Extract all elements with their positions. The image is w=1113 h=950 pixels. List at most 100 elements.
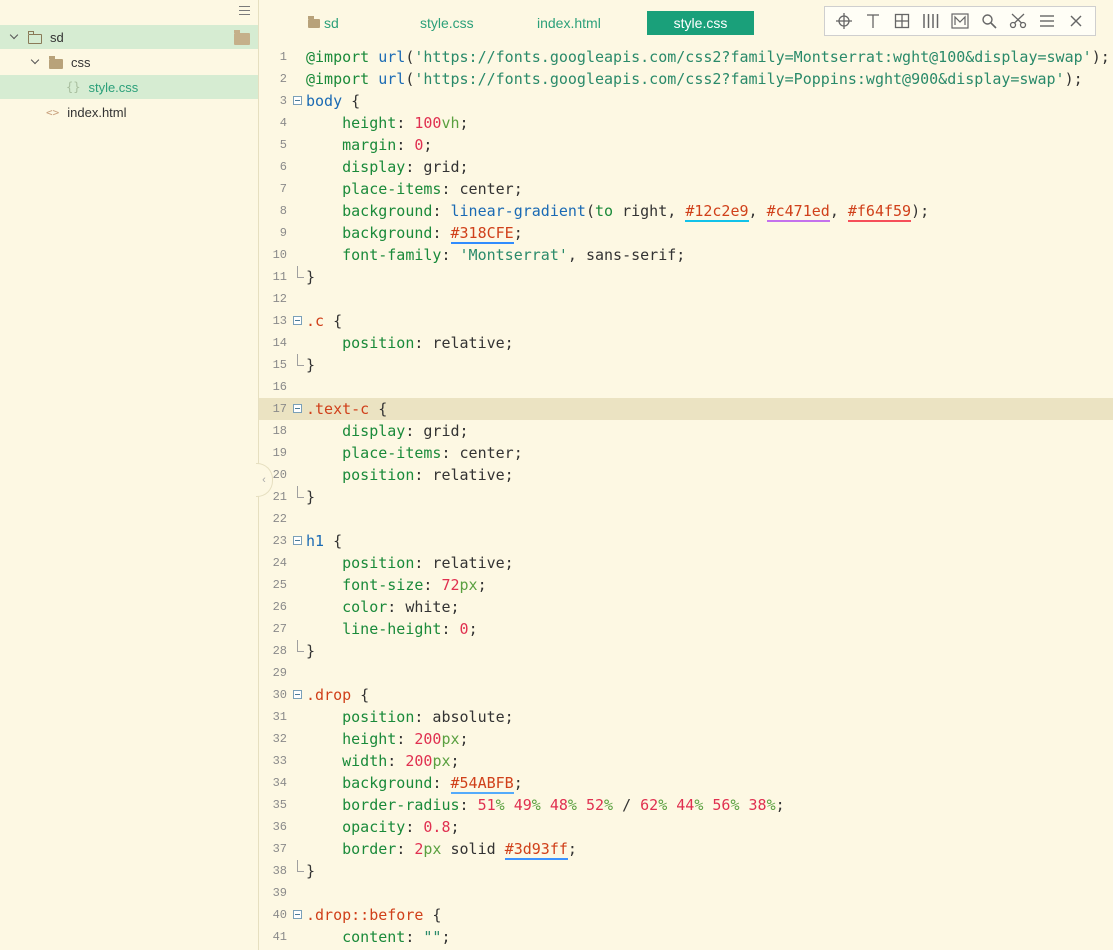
columns-icon[interactable]: [921, 11, 941, 31]
sidebar-menu-icon[interactable]: [239, 6, 250, 16]
line-number: 30: [272, 688, 287, 702]
code-line[interactable]: 26 color: white;: [259, 596, 1113, 618]
code-line[interactable]: 22: [259, 508, 1113, 530]
tab-sd[interactable]: sd: [307, 11, 368, 35]
code-line[interactable]: 1 @import url('https://fonts.googleapis.c…: [259, 46, 1113, 68]
fold-end-marker: [297, 486, 304, 498]
code-token: ;: [775, 796, 785, 814]
line-number: 15: [272, 358, 287, 372]
crosshair-icon[interactable]: [834, 11, 854, 31]
tree-item-index-html[interactable]: <> index.html: [0, 100, 258, 124]
tab-style-css-active[interactable]: style.css: [647, 11, 754, 35]
code-line[interactable]: 18 display: grid;: [259, 420, 1113, 442]
code-line[interactable]: 10 font-family: 'Montserrat', sans-serif…: [259, 244, 1113, 266]
code-text: }: [306, 354, 315, 376]
code-line[interactable]: 6 display: grid;: [259, 156, 1113, 178]
tree-item-css[interactable]: css: [0, 50, 258, 74]
code-line[interactable]: 5 margin: 0;: [259, 134, 1113, 156]
code-token: px: [459, 576, 478, 594]
code-line[interactable]: 17 .text-c {: [259, 398, 1113, 420]
code-line[interactable]: 14 position: relative;: [259, 332, 1113, 354]
menu-icon[interactable]: [1037, 11, 1057, 31]
code-line[interactable]: 38}: [259, 860, 1113, 882]
chevron-down-icon[interactable]: [10, 32, 20, 42]
code-line[interactable]: 28}: [259, 640, 1113, 662]
line-number: 32: [272, 732, 287, 746]
search-icon[interactable]: [979, 11, 999, 31]
code-line[interactable]: 36 opacity: 0.8;: [259, 816, 1113, 838]
folder-open-icon[interactable]: [233, 30, 250, 45]
code-token: ;: [459, 730, 469, 748]
code-line[interactable]: 35 border-radius: 51% 49% 48% 52% / 62% …: [259, 794, 1113, 816]
code-line[interactable]: 9 background: #318CFE;: [259, 222, 1113, 244]
code-line[interactable]: 29: [259, 662, 1113, 684]
code-line[interactable]: 41 content: "";: [259, 926, 1113, 948]
code-line[interactable]: 21}: [259, 486, 1113, 508]
markdown-icon[interactable]: [950, 11, 970, 31]
code-editor[interactable]: 1 @import url('https://fonts.googleapis.c…: [259, 46, 1113, 950]
line-number: 22: [272, 512, 287, 526]
code-line[interactable]: 40 .drop::before {: [259, 904, 1113, 926]
fold-toggle-icon[interactable]: [293, 96, 302, 105]
code-line[interactable]: 13 .c {: [259, 310, 1113, 332]
tab-index-html[interactable]: index.html: [537, 11, 617, 35]
code-line[interactable]: 32 height: 200px;: [259, 728, 1113, 750]
code-token: :: [441, 246, 460, 264]
grid-icon[interactable]: [892, 11, 912, 31]
code-token: 200: [405, 752, 433, 770]
line-number: 33: [272, 754, 287, 768]
line-number: 7: [279, 182, 287, 196]
code-line[interactable]: 19 place-items: center;: [259, 442, 1113, 464]
code-token: );: [1064, 70, 1083, 88]
fold-end-marker: [297, 860, 304, 872]
code-line[interactable]: 31 position: absolute;: [259, 706, 1113, 728]
code-line[interactable]: 24 position: relative;: [259, 552, 1113, 574]
code-token: :: [396, 114, 415, 132]
chevron-down-icon[interactable]: [31, 57, 41, 67]
tab-style-css[interactable]: style.css: [420, 11, 500, 35]
cut-icon[interactable]: [1008, 11, 1028, 31]
code-token: :: [432, 774, 451, 792]
tree-item-style-css[interactable]: {} style.css: [0, 75, 258, 99]
code-text: .text-c {: [306, 398, 387, 420]
code-token: %: [495, 796, 505, 814]
code-line[interactable]: 37 border: 2px solid #3d93ff;: [259, 838, 1113, 860]
code-line[interactable]: 25 font-size: 72px;: [259, 574, 1113, 596]
code-text: display: grid;: [306, 420, 468, 442]
close-icon[interactable]: [1066, 11, 1086, 31]
code-line[interactable]: 30 .drop {: [259, 684, 1113, 706]
code-line[interactable]: 11}: [259, 266, 1113, 288]
fold-toggle-icon[interactable]: [293, 404, 302, 413]
code-line[interactable]: 3 body {: [259, 90, 1113, 112]
code-token: #c471ed: [766, 202, 830, 222]
fold-toggle-icon[interactable]: [293, 910, 302, 919]
text-cursor-icon[interactable]: [863, 11, 883, 31]
fold-toggle-icon[interactable]: [293, 316, 302, 325]
code-line[interactable]: 39: [259, 882, 1113, 904]
line-number: 13: [272, 314, 287, 328]
code-token: 72: [441, 576, 460, 594]
code-line[interactable]: 33 width: 200px;: [259, 750, 1113, 772]
code-line[interactable]: 27 line-height: 0;: [259, 618, 1113, 640]
code-token: ,: [829, 202, 848, 220]
code-line[interactable]: 12: [259, 288, 1113, 310]
code-line[interactable]: 16: [259, 376, 1113, 398]
fold-toggle-icon[interactable]: [293, 536, 302, 545]
code-line[interactable]: 34 background: #54ABFB;: [259, 772, 1113, 794]
file-explorer-sidebar: sd css {} style.css <> index.html: [0, 0, 259, 950]
code-line[interactable]: 8 background: linear-gradient(to right, …: [259, 200, 1113, 222]
fold-toggle-icon[interactable]: [293, 690, 302, 699]
code-line[interactable]: 23 h1 {: [259, 530, 1113, 552]
code-token: content: [342, 928, 406, 946]
code-line[interactable]: 4 height: 100vh;: [259, 112, 1113, 134]
tree-item-sd[interactable]: sd: [0, 25, 258, 49]
code-line[interactable]: 7 place-items: center;: [259, 178, 1113, 200]
code-text: width: 200px;: [306, 750, 459, 772]
code-line[interactable]: 2 @import url('https://fonts.googleapis.c…: [259, 68, 1113, 90]
code-token: : center;: [441, 180, 523, 198]
code-line[interactable]: 15}: [259, 354, 1113, 376]
code-line[interactable]: 20 position: relative;: [259, 464, 1113, 486]
